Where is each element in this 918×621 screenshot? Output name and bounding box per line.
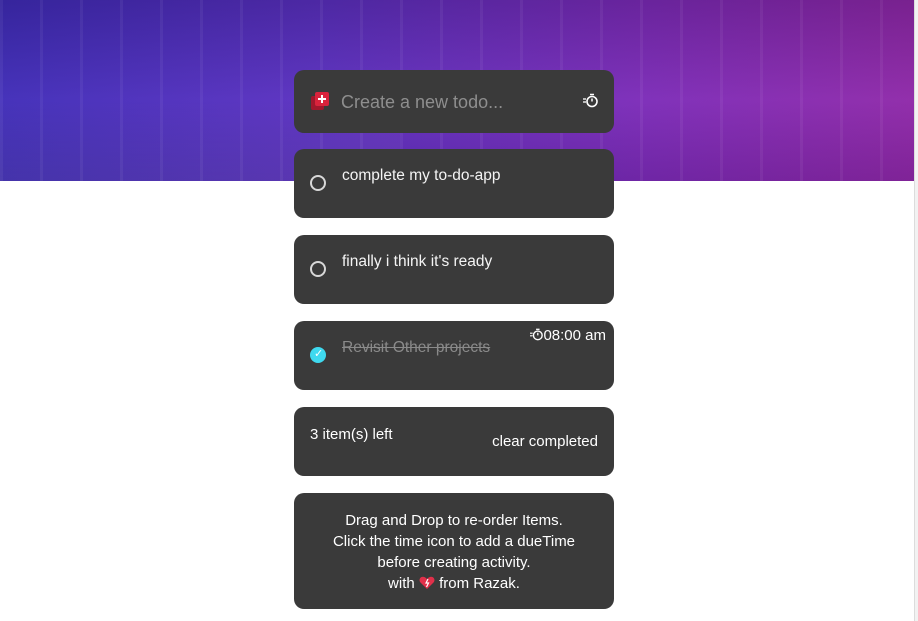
todo-text: finally i think it's ready <box>342 253 493 270</box>
todo-item[interactable]: complete my to-do-app <box>294 149 614 218</box>
due-time: 08:00 am <box>530 327 606 345</box>
todo-text: complete my to-do-app <box>342 167 501 184</box>
todo-item[interactable]: Revisit Other projects 08:00 am <box>294 321 614 390</box>
timer-icon[interactable] <box>583 93 598 108</box>
info-card: Drag and Drop to re-order Items. Click t… <box>294 493 614 609</box>
info-line: Click the time icon to add a dueTime <box>332 533 576 550</box>
info-credit-prefix: with <box>388 575 415 592</box>
items-left-count: 3 item(s) left <box>310 426 393 443</box>
info-line: before creating activity. <box>377 554 531 571</box>
info-credit: with from Razak. <box>294 573 614 594</box>
todo-footer: 3 item(s) left clear completed <box>294 407 614 476</box>
add-box-icon[interactable] <box>311 92 329 110</box>
heart-icon <box>419 576 435 589</box>
info-credit-suffix: from Razak. <box>439 575 520 592</box>
due-time-text: 08:00 am <box>543 327 606 344</box>
todo-text: Revisit Other projects <box>342 339 491 356</box>
create-todo-card <box>294 70 614 133</box>
timer-icon <box>530 328 544 341</box>
new-todo-input[interactable] <box>339 86 573 118</box>
info-line: Drag and Drop to re-order Items. <box>345 512 563 529</box>
clear-completed-button[interactable]: clear completed <box>492 433 598 450</box>
todo-checkbox[interactable] <box>310 175 326 191</box>
window-edge <box>914 0 918 621</box>
todo-checkbox[interactable] <box>310 261 326 277</box>
todo-checkbox-checked[interactable] <box>310 347 326 363</box>
todo-item[interactable]: finally i think it's ready <box>294 235 614 304</box>
